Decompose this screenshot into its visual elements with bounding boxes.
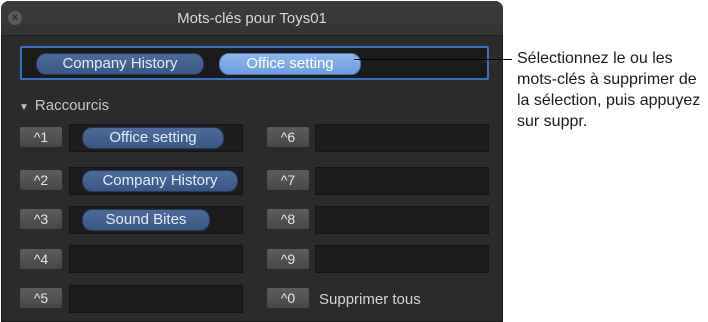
window-title: Mots-clés pour Toys01	[177, 10, 327, 27]
disclosure-triangle-icon[interactable]: ▼	[19, 102, 29, 113]
shortcut-key-9[interactable]: ^9	[266, 248, 310, 270]
clear-all-label: Supprimer tous	[319, 291, 421, 308]
shortcut-key-7[interactable]: ^7	[266, 169, 310, 191]
keywords-window: × Mots-clés pour Toys01 Company History …	[1, 1, 503, 322]
shortcut-key-6[interactable]: ^6	[266, 126, 310, 148]
shortcut-keyword-3: Sound Bites	[82, 209, 210, 231]
shortcut-slot-4[interactable]	[69, 245, 243, 273]
shortcut-slot-9[interactable]	[315, 245, 489, 273]
shortcut-key-4[interactable]: ^4	[19, 248, 63, 270]
shortcut-slot-6[interactable]	[315, 124, 489, 152]
shortcut-slot-8[interactable]	[315, 206, 489, 234]
shortcut-slot-1[interactable]: Office setting	[69, 124, 243, 152]
callout-leader-line	[354, 59, 512, 60]
shortcut-keyword-2: Company History	[82, 170, 238, 192]
shortcut-key-1[interactable]: ^1	[19, 126, 63, 148]
shortcut-key-2[interactable]: ^2	[19, 169, 63, 191]
shortcut-slot-7[interactable]	[315, 167, 489, 195]
keyword-token-office-setting[interactable]: Office setting	[219, 53, 361, 75]
shortcut-key-8[interactable]: ^8	[266, 208, 310, 230]
keyword-token-company-history[interactable]: Company History	[36, 53, 204, 75]
shortcut-key-0[interactable]: ^0	[266, 287, 310, 309]
keyword-field[interactable]: Company History Office setting	[20, 46, 489, 80]
shortcut-key-5[interactable]: ^5	[19, 287, 63, 309]
callout-text: Sélectionnez le ou les mots-clés à suppr…	[517, 50, 701, 130]
shortcut-slot-3[interactable]: Sound Bites	[69, 206, 243, 234]
shortcut-slot-5[interactable]	[69, 285, 243, 313]
shortcuts-header-label: Raccourcis	[34, 97, 110, 114]
shortcut-key-3[interactable]: ^3	[19, 208, 63, 230]
title-bar: × Mots-clés pour Toys01	[1, 1, 503, 36]
shortcuts-section-header[interactable]: ▼ Raccourcis	[19, 97, 109, 114]
shortcut-slot-2[interactable]: Company History	[69, 167, 243, 195]
shortcut-keyword-1: Office setting	[82, 127, 224, 149]
